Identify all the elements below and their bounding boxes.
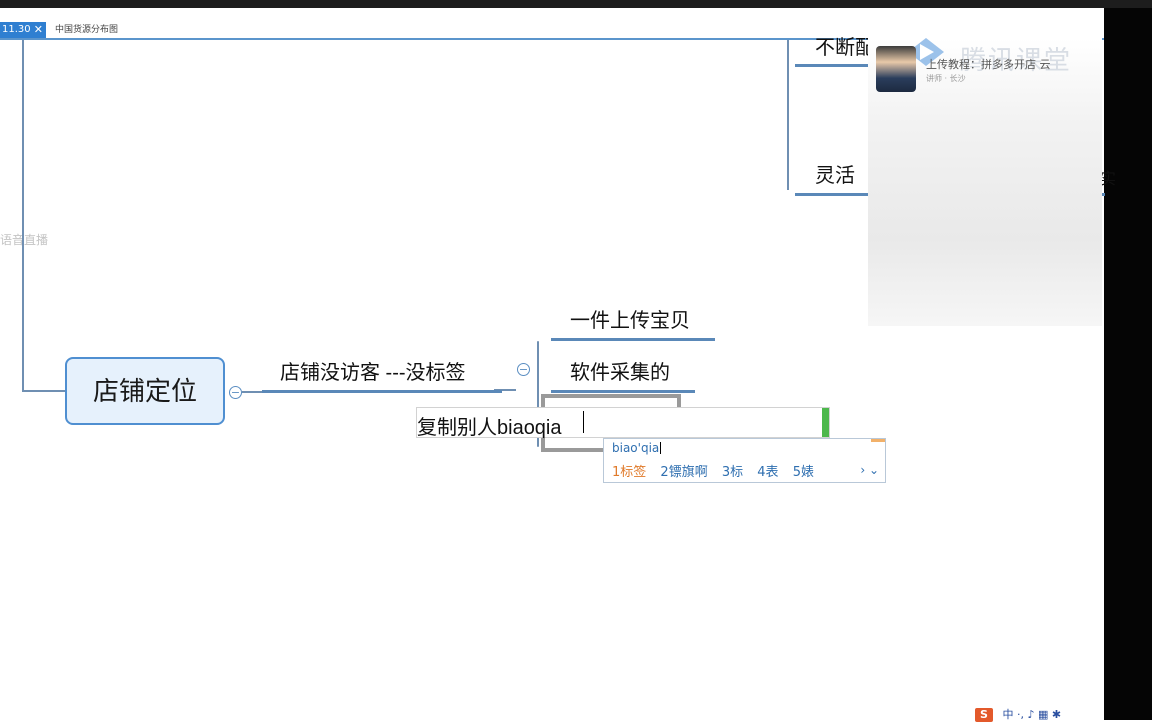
- tab-active-label: 11.30: [2, 24, 31, 35]
- connector-main-to-branch: [242, 391, 264, 393]
- tray-icons[interactable]: 中 ·, ♪ ▦ ✱: [1003, 708, 1062, 721]
- connector-trunk-vertical: [22, 40, 24, 392]
- connector-trunk-horizontal: [22, 390, 66, 392]
- ime-candidate-1[interactable]: 1标签: [612, 465, 646, 480]
- live-video-overlay[interactable]: 腾讯课堂 上传教程：拼多多开店 云 讲师 · 长沙: [868, 38, 1102, 326]
- child-topic-upload-underline: [551, 338, 715, 341]
- video-course-title: 上传教程：拼多多开店 云: [926, 58, 1051, 71]
- topic-edit-text[interactable]: 复制别人biaoqia: [417, 411, 562, 440]
- edit-selection-bracket-right: [677, 394, 681, 408]
- ime-pinyin-input: biao'qia: [612, 441, 660, 455]
- topic-partial-right: 实: [1100, 171, 1117, 188]
- ime-accent-bar: [871, 439, 885, 442]
- branch-topic-underline: [262, 390, 502, 393]
- edit-selection-bracket-bottom: [541, 448, 603, 452]
- window-title-bar: [0, 0, 1152, 8]
- tab-active-document[interactable]: 11.30 ✕: [0, 22, 46, 38]
- topic-edit-box[interactable]: 复制别人biaoqia: [416, 407, 830, 440]
- collapse-branch-icon[interactable]: −: [517, 363, 530, 376]
- screen-edge-dark: [1104, 8, 1152, 720]
- connector-top-right-vertical: [787, 40, 789, 190]
- ime-candidate-list: 1标签 2镖旗啊 3标 4表 5婊: [612, 461, 824, 480]
- topic-flexible[interactable]: 灵活: [815, 164, 855, 188]
- child-topic-upload[interactable]: 一件上传宝贝: [570, 309, 690, 333]
- tab-close-icon[interactable]: ✕: [34, 22, 43, 38]
- left-watermark-text: 语音直播: [0, 233, 49, 247]
- ime-page-nav-icon[interactable]: › ⌄: [860, 463, 879, 477]
- child-topic-software[interactable]: 软件采集的: [570, 361, 670, 385]
- ime-candidate-5[interactable]: 5婊: [793, 465, 814, 480]
- ime-candidate-2[interactable]: 2镖旗啊: [660, 465, 707, 480]
- video-subtitle: 讲师 · 长沙: [926, 74, 966, 83]
- ime-candidate-3[interactable]: 3标: [722, 465, 743, 480]
- presenter-avatar: [876, 46, 916, 92]
- topic-partial-top-underline: [795, 64, 870, 67]
- edit-selection-bracket-top: [541, 394, 681, 398]
- topic-partial-top[interactable]: 不断配: [815, 36, 875, 60]
- child-topic-software-underline: [551, 390, 695, 393]
- edit-resize-handle[interactable]: [822, 408, 829, 437]
- ime-candidate-window: biao'qia 1标签 2镖旗啊 3标 4表 5婊 › ⌄: [603, 438, 886, 483]
- text-caret: [583, 411, 584, 433]
- tab-document-source-map[interactable]: 中国货源分布图: [55, 23, 118, 37]
- central-topic-node[interactable]: 店铺定位: [65, 357, 225, 425]
- branch-topic-label[interactable]: 店铺没访客 ---没标签: [280, 361, 466, 385]
- collapse-main-icon[interactable]: −: [229, 386, 242, 399]
- ime-candidate-4[interactable]: 4表: [757, 465, 778, 480]
